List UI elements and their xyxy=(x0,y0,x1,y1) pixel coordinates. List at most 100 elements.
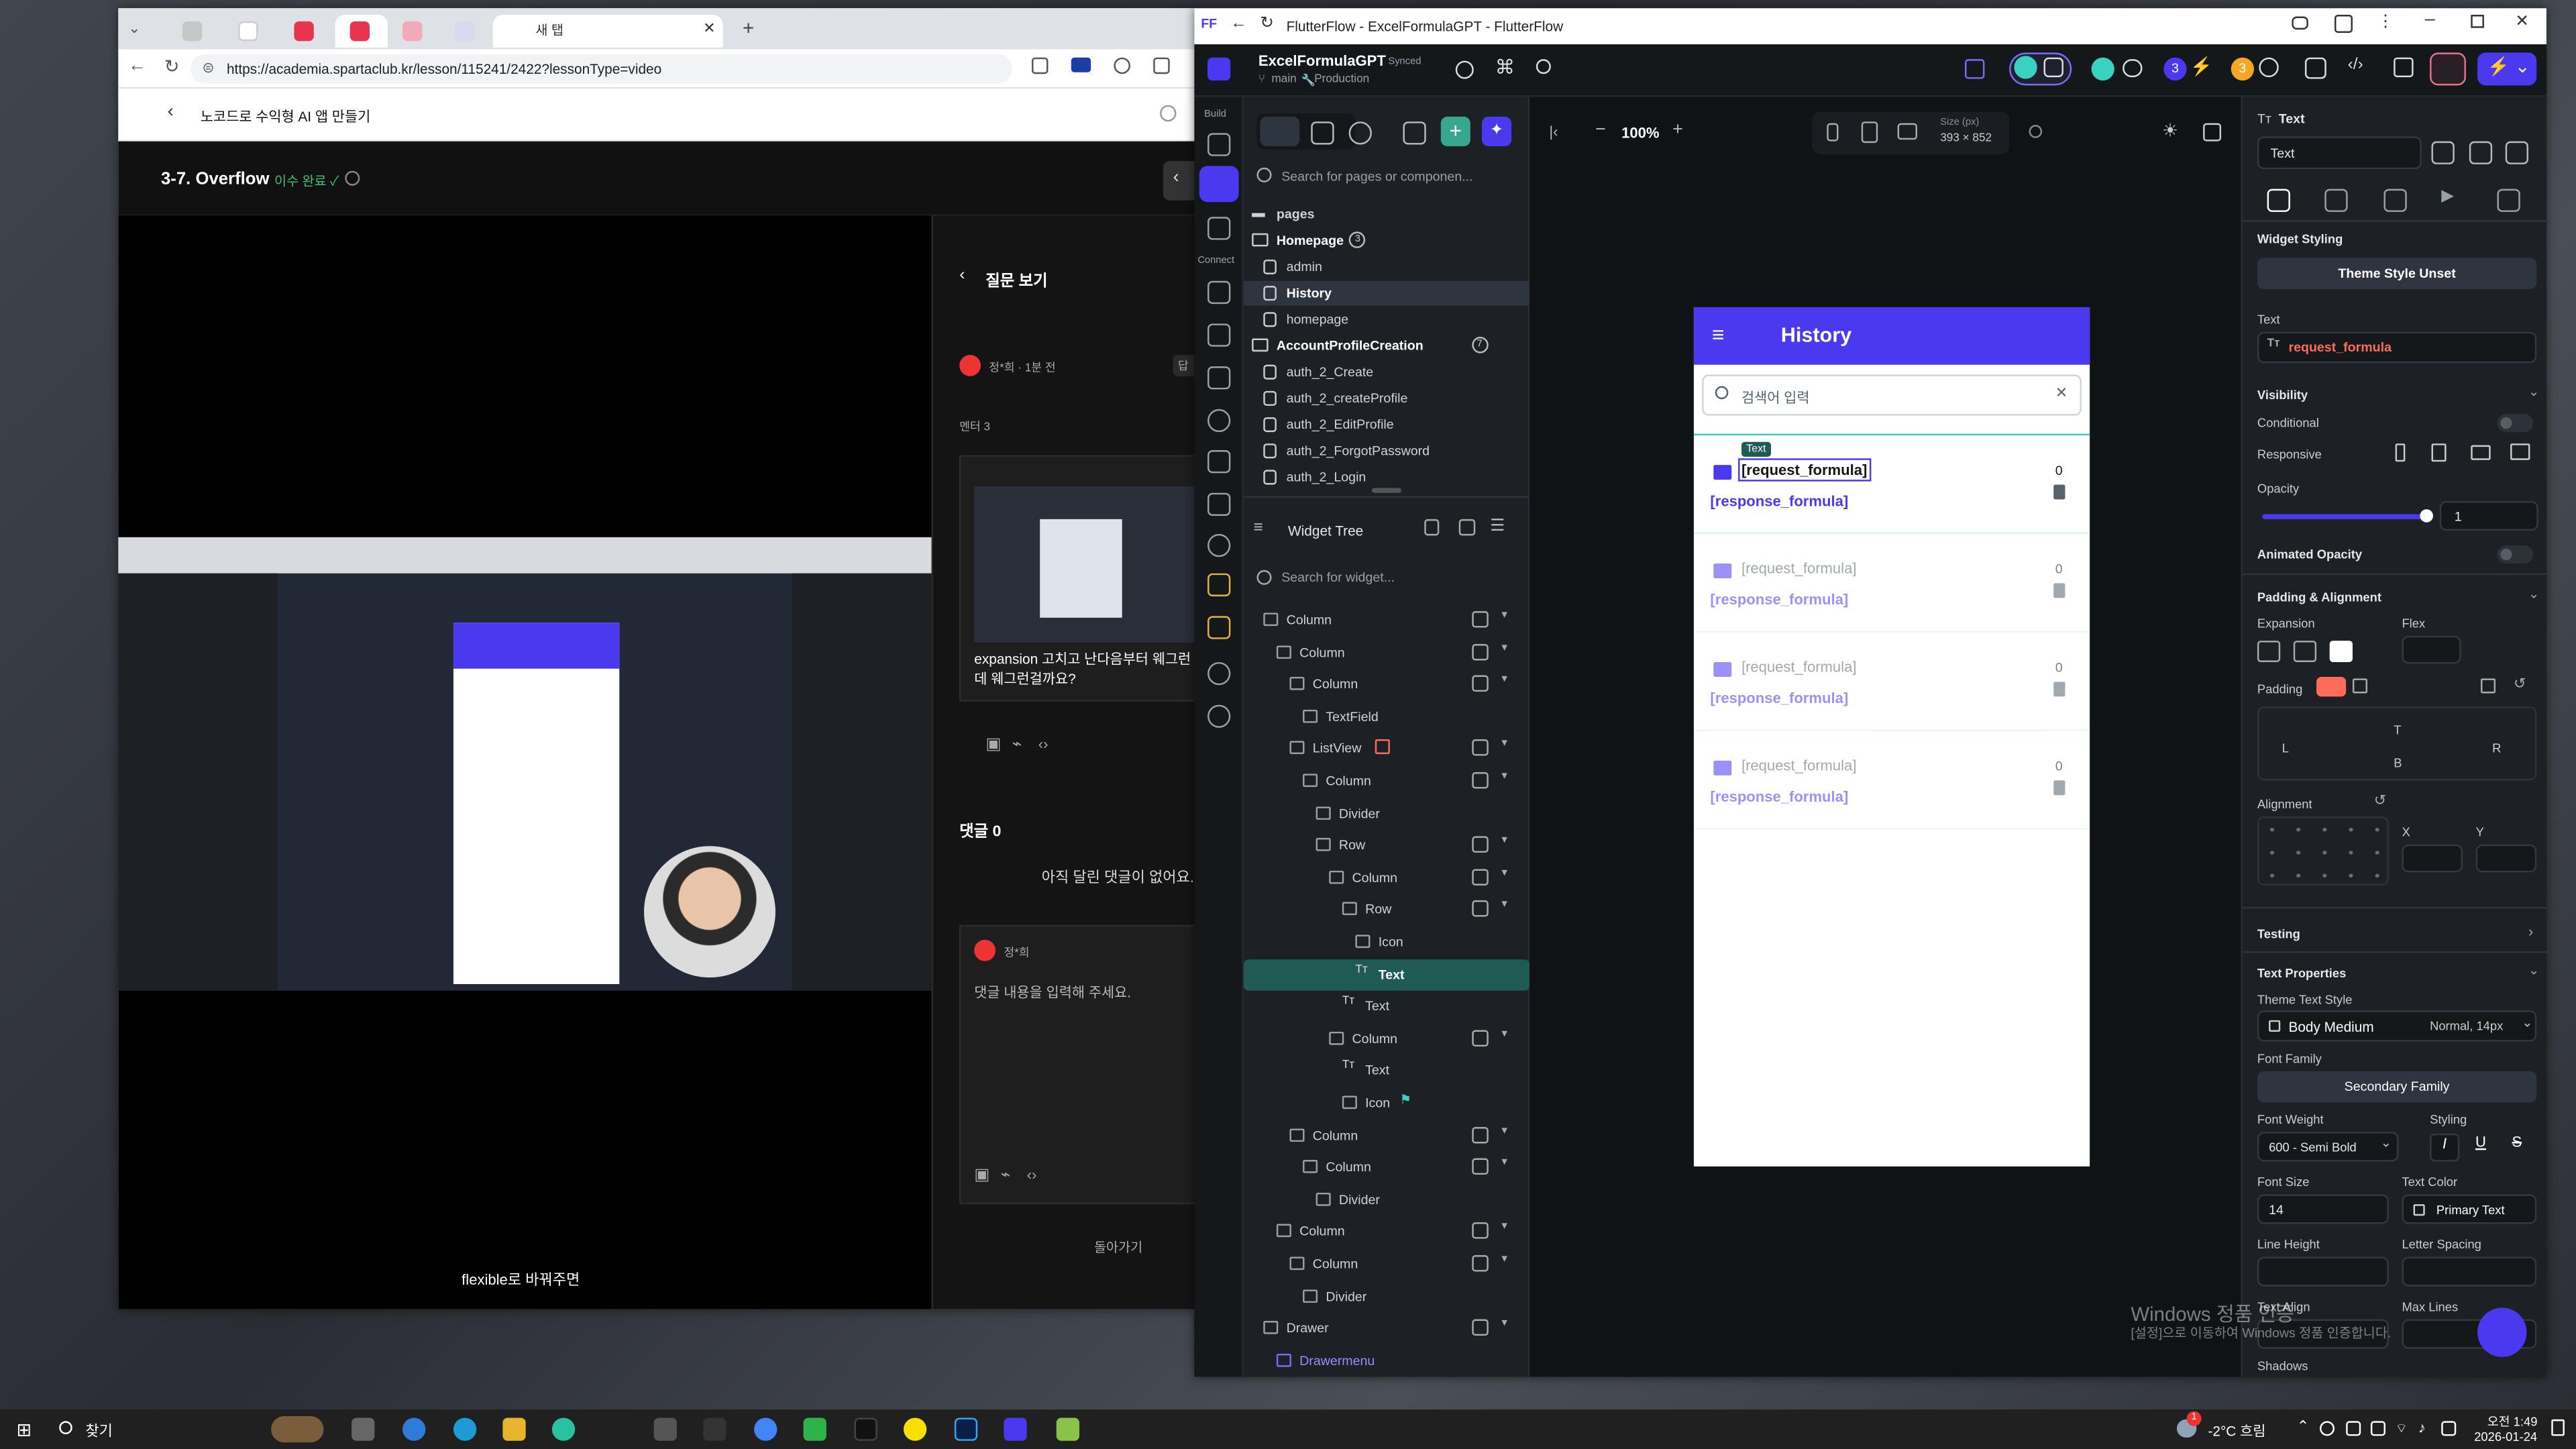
maximize-icon[interactable] xyxy=(2471,15,2484,28)
padding-top[interactable]: T xyxy=(2394,723,2401,738)
tree-node-textfield[interactable]: TextField xyxy=(1244,701,1529,733)
file-explorer-icon[interactable] xyxy=(502,1417,526,1441)
code-icon[interactable]: ‹› xyxy=(1038,736,1049,752)
padding-left[interactable]: L xyxy=(2282,741,2289,755)
wrap-node-icon[interactable] xyxy=(1472,611,1489,628)
node-menu-chevron-icon[interactable]: ▾ xyxy=(1501,1123,1507,1136)
extensions-icon[interactable] xyxy=(1114,57,1130,74)
text-value-field[interactable]: Tт request_formula xyxy=(2257,331,2537,364)
agent-toggle[interactable] xyxy=(2009,52,2072,86)
tray-app-icon-3[interactable] xyxy=(2370,1421,2385,1436)
reload-icon[interactable]: ↻ xyxy=(164,56,180,77)
reset-alignment-icon[interactable]: ↺ xyxy=(2374,792,2386,810)
search-highlight-icon[interactable] xyxy=(271,1416,324,1443)
media-assets-icon[interactable] xyxy=(1208,450,1231,474)
zoom-out-icon[interactable]: − xyxy=(1595,120,1606,140)
tab-2[interactable] xyxy=(223,15,276,48)
tab-docs-icon[interactable] xyxy=(2497,189,2520,212)
alignment-grid[interactable] xyxy=(2257,816,2389,886)
node-menu-chevron-icon[interactable]: ▾ xyxy=(1501,608,1507,621)
clock-time[interactable]: 오전 1:49 xyxy=(2487,1413,2538,1431)
env-name[interactable]: Production xyxy=(1314,74,1369,85)
line-height-input[interactable] xyxy=(2257,1256,2389,1287)
weather-text[interactable]: -2°C 흐림 xyxy=(2208,1421,2265,1440)
font-size-input[interactable]: 14 xyxy=(2257,1194,2389,1224)
history-list-item[interactable]: [request_formula] [response_formula] 0 xyxy=(1693,633,2090,731)
quick-edit-icon[interactable]: ⚡ xyxy=(2190,56,2213,77)
collab-status-icon[interactable] xyxy=(2091,57,2114,81)
tree-node-icon[interactable]: Icon ⚑ xyxy=(1244,1087,1529,1119)
branch-name[interactable]: main xyxy=(1272,74,1297,85)
node-menu-chevron-icon[interactable]: ▾ xyxy=(1501,640,1507,653)
chat-support-icon[interactable] xyxy=(2477,1307,2527,1357)
node-menu-chevron-icon[interactable]: ▾ xyxy=(1501,1316,1507,1330)
app-state-icon[interactable] xyxy=(1208,409,1231,433)
responsive-desktop-icon[interactable] xyxy=(2510,443,2530,460)
search-field[interactable]: 검색어 입력 ✕ xyxy=(1702,374,2082,416)
canvas-settings-icon[interactable] xyxy=(2203,123,2222,142)
wrap-node-icon[interactable] xyxy=(1472,772,1489,789)
bookmark-icon[interactable] xyxy=(1031,57,1049,74)
hamburger-menu-icon[interactable]: ≡ xyxy=(1712,322,1725,347)
tree-node-text[interactable]: Tт Text xyxy=(1244,991,1529,1022)
ai-gen-icon[interactable]: ✦ xyxy=(1481,116,1512,146)
tree-node-column[interactable]: Column ▾ xyxy=(1244,669,1529,700)
new-folder-icon[interactable] xyxy=(1403,121,1426,145)
wrap-node-icon[interactable] xyxy=(1472,675,1489,692)
tree-node-listview[interactable]: ListView ▾ xyxy=(1244,733,1529,765)
text-color-select[interactable]: Primary Text xyxy=(2402,1194,2537,1224)
trash-icon[interactable] xyxy=(2053,780,2065,796)
key-icon[interactable] xyxy=(2292,16,2308,30)
new-tab-plus-icon[interactable]: + xyxy=(743,16,754,39)
tree-node-column[interactable]: Column ▾ xyxy=(1244,1216,1529,1248)
light-mode-icon[interactable]: ☀ xyxy=(2162,120,2178,141)
phone-device-icon[interactable] xyxy=(1827,123,1839,142)
testing-chevron-icon[interactable]: › xyxy=(2528,923,2533,939)
wrap-node-icon[interactable] xyxy=(1472,1255,1489,1272)
page-item-admin[interactable]: admin xyxy=(1244,255,1529,280)
clock-date[interactable]: 2026-01-24 xyxy=(2474,1430,2537,1444)
edge-icon[interactable] xyxy=(453,1417,477,1441)
tree-node-divider[interactable]: Divider xyxy=(1244,798,1529,829)
page-item-homepage[interactable]: homepage xyxy=(1244,307,1529,332)
comments-icon[interactable] xyxy=(1965,59,1985,79)
help-icon[interactable] xyxy=(1159,105,1177,122)
tab-properties-icon[interactable] xyxy=(2267,189,2290,212)
flex-input[interactable] xyxy=(2402,635,2461,664)
tab-5[interactable] xyxy=(388,15,440,48)
page-item-auth_2_forgotpassword[interactable]: auth_2_ForgotPassword xyxy=(1244,439,1529,464)
camera-extension-icon[interactable] xyxy=(1071,57,1091,72)
font-weight-select[interactable]: 600 - Semi Bold ⌄ xyxy=(2257,1132,2399,1162)
tab-new[interactable]: 새 탭 ✕ xyxy=(492,15,723,48)
conditional-toggle[interactable] xyxy=(2497,414,2534,433)
clear-icon[interactable]: ✕ xyxy=(2055,384,2068,402)
wrap-node-icon[interactable] xyxy=(1472,1320,1489,1336)
kakaotalk-icon[interactable] xyxy=(903,1417,927,1441)
page-item-auth_2_editprofile[interactable]: auth_2_EditProfile xyxy=(1244,413,1529,437)
node-menu-chevron-icon[interactable]: ▾ xyxy=(1501,1026,1507,1040)
tab-6[interactable] xyxy=(440,15,492,48)
tree-node-row[interactable]: Row ▾ xyxy=(1244,894,1529,926)
comment-box[interactable]: 정*희 댓글 내용을 입력해 주세요. ▣ ⌁ ‹› xyxy=(959,924,1198,1205)
warnings-badge[interactable]: 3 xyxy=(2231,57,2255,81)
attach-file-icon[interactable]: ⌁ xyxy=(1012,736,1022,754)
tree-node-column[interactable]: Column ▾ xyxy=(1244,1152,1529,1183)
wrap-node-icon[interactable] xyxy=(1472,1030,1489,1046)
size-info-icon[interactable] xyxy=(2029,125,2043,138)
ff-logo-icon[interactable] xyxy=(1208,57,1231,81)
ff-back-icon[interactable]: ← xyxy=(1230,15,1246,33)
site-info-icon[interactable]: ⊜ xyxy=(202,59,214,77)
ff-reload-icon[interactable]: ↻ xyxy=(1260,15,1274,33)
zoom-in-icon[interactable]: + xyxy=(1672,120,1683,140)
tree-node-text[interactable]: Tт Text xyxy=(1243,959,1530,990)
wrap-node-icon[interactable] xyxy=(1472,837,1489,853)
tree-node-column[interactable]: Column ▾ xyxy=(1244,1248,1529,1280)
desktop-device-icon[interactable] xyxy=(1897,123,1917,140)
firestore-icon[interactable] xyxy=(1208,280,1231,305)
run-lightning-icon[interactable]: ⚡ ⌄ xyxy=(2477,52,2537,86)
wrap-node-icon[interactable] xyxy=(1472,643,1489,660)
copy-padding-icon[interactable] xyxy=(2480,678,2496,694)
tree-node-divider[interactable]: Divider xyxy=(1244,1184,1529,1216)
page-item-auth_2_create[interactable]: auth_2_Create xyxy=(1244,360,1529,384)
theme-text-style-select[interactable]: Body Medium Normal, 14px ⌄ xyxy=(2257,1010,2537,1042)
